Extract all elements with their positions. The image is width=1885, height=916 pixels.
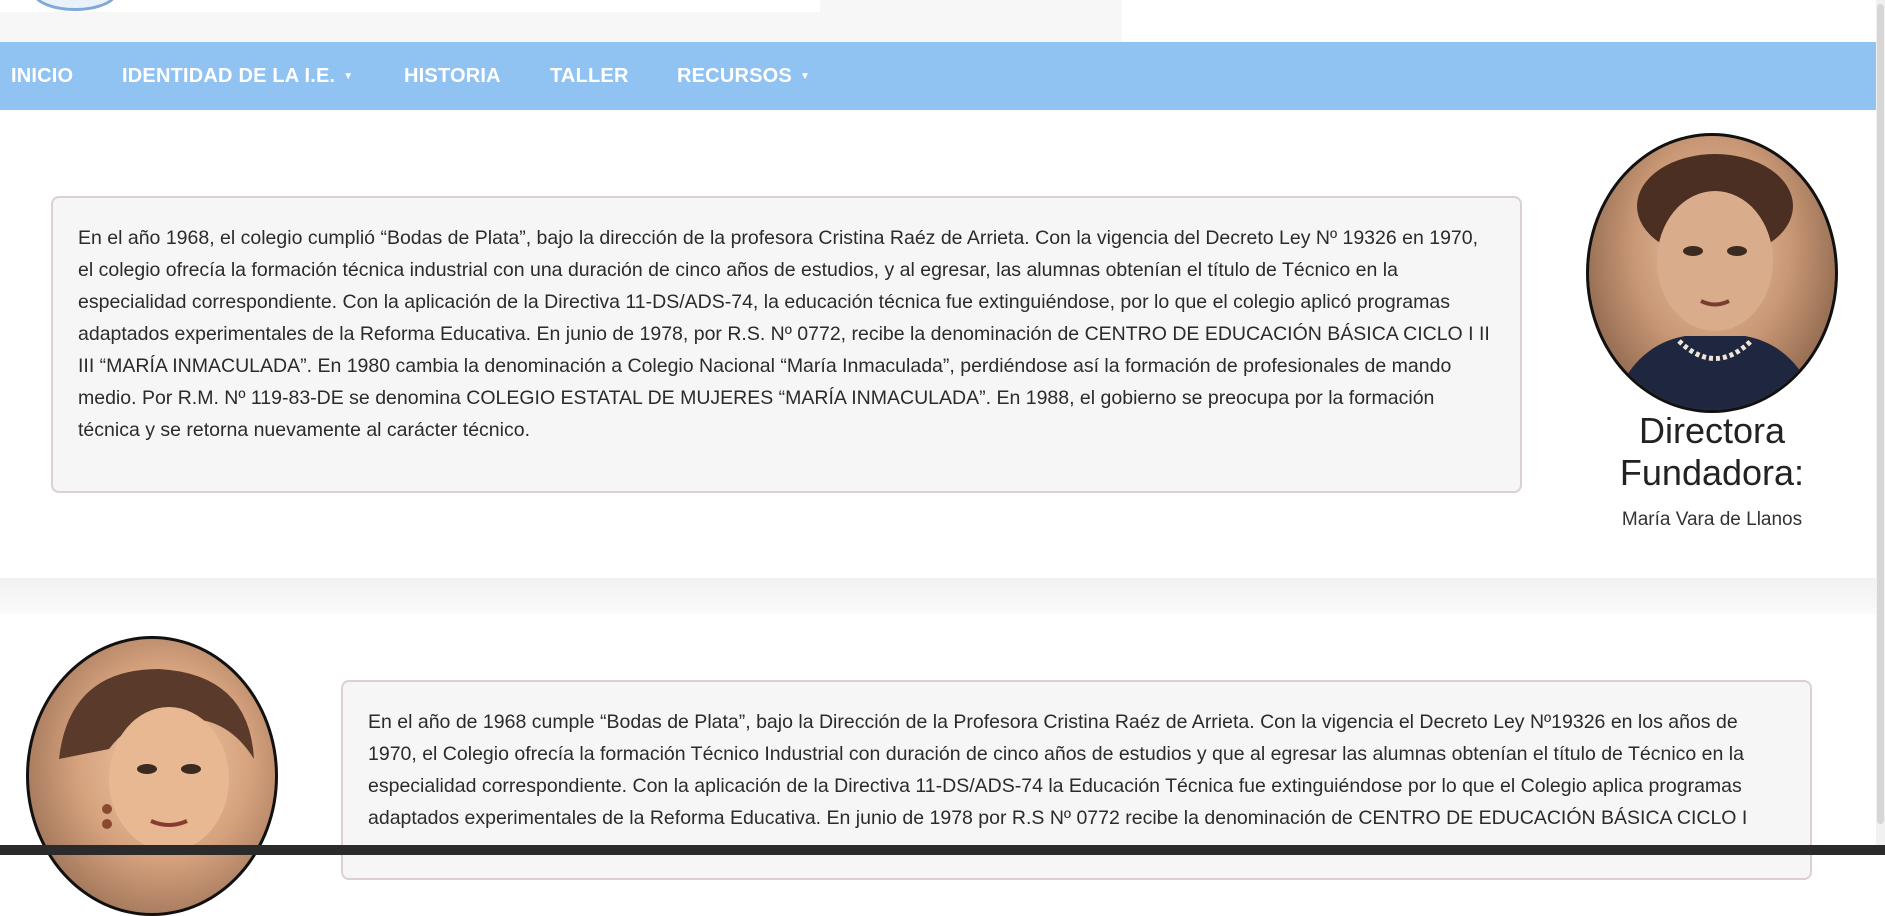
nav-item-label: HISTORIA	[404, 65, 501, 87]
founder-portrait	[1586, 133, 1838, 413]
header-banner	[0, 0, 820, 12]
nav-item-label: TALLER	[550, 65, 629, 87]
caret-down-icon: ▼	[343, 70, 354, 82]
scrollbar-thumb[interactable]	[1877, 4, 1884, 824]
portrait-caption: María Vara de Llanos	[1621, 509, 1803, 530]
main-navbar: INICIO IDENTIDAD DE LA I.E. ▼ HISTORIA TA…	[0, 42, 1876, 110]
caret-down-icon: ▼	[799, 70, 811, 82]
portrait-image	[59, 669, 254, 851]
header-right-area	[1122, 0, 1885, 42]
nav-item-historia[interactable]: HISTORIA	[404, 42, 501, 110]
page-scrollbar[interactable]	[1876, 0, 1885, 855]
nav-item-identidad[interactable]: IDENTIDAD DE LA I.E. ▼	[122, 42, 353, 110]
portrait-title: Directora Fundadora:	[1619, 410, 1805, 493]
top-header	[0, 0, 1885, 42]
nav-item-recursos[interactable]: RECURSOS ▼	[677, 42, 810, 110]
director-portrait	[26, 636, 278, 916]
history-paragraph: En el año 1968, el colegio cumplió “Boda…	[78, 227, 1490, 441]
nav-item-label: RECURSOS	[677, 65, 792, 87]
nav-item-label: INICIO	[11, 65, 74, 87]
portrait-image	[1610, 154, 1820, 410]
nav-item-taller[interactable]: TALLER	[550, 42, 629, 110]
section-divider	[0, 578, 1876, 614]
history-text-box: En el año 1968, el colegio cumplió “Boda…	[51, 196, 1522, 493]
nav-item-label: IDENTIDAD DE LA I.E.	[122, 65, 336, 87]
history-paragraph: En el año de 1968 cumple “Bodas de Plata…	[368, 711, 1748, 829]
nav-item-inicio[interactable]: INICIO	[11, 42, 73, 110]
window-bottom-edge	[0, 845, 1885, 855]
